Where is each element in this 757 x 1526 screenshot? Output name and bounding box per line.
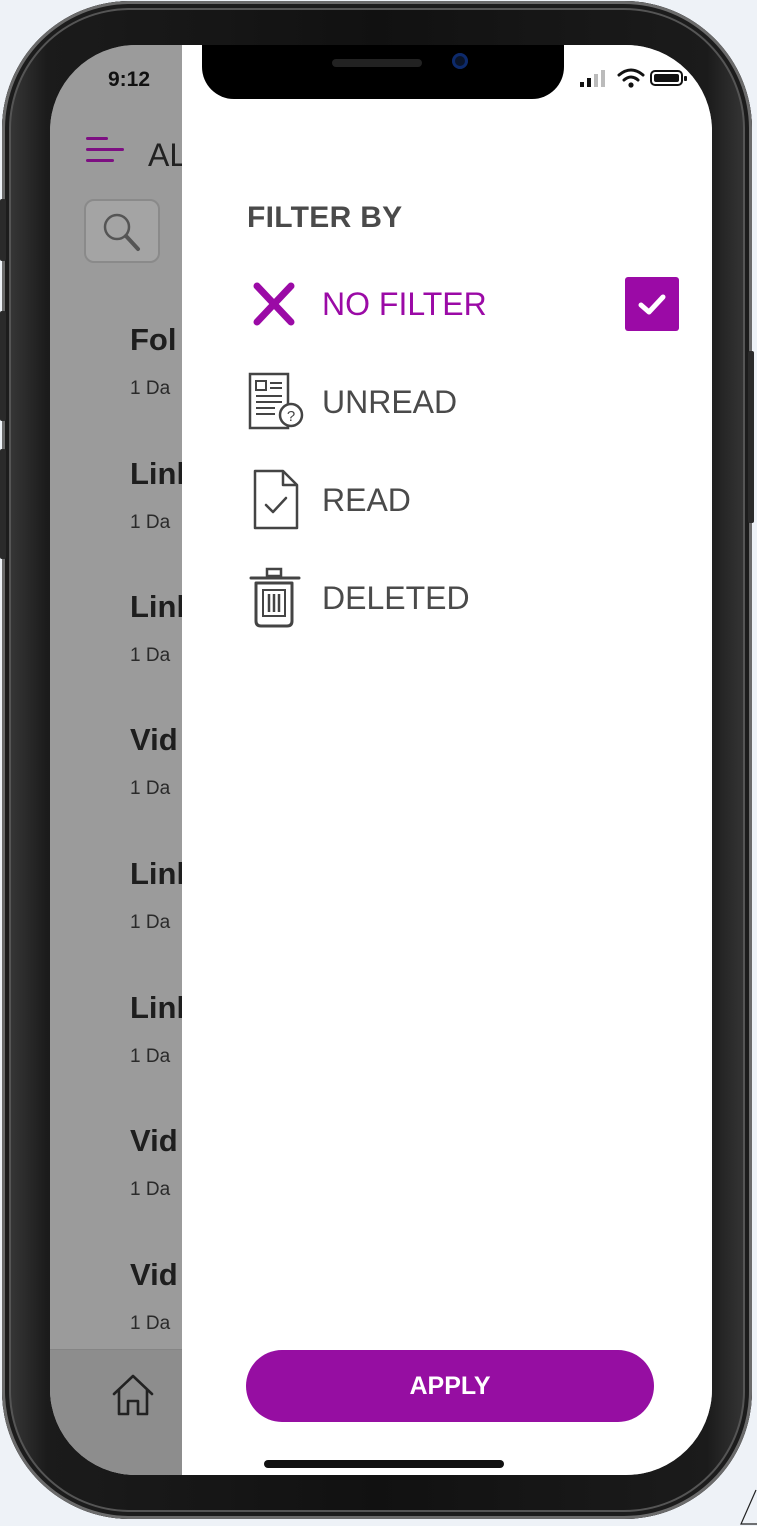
list-item[interactable]: Vid 1 Da [130,722,178,800]
unread-document-icon: ? [248,372,304,430]
menu-icon[interactable] [86,137,126,167]
list-item-date: 1 Da [130,645,171,666]
list-item[interactable]: Linl 1 Da [130,856,185,934]
status-time: 9:12 [108,68,151,91]
list-item-title: Linl [130,456,186,491]
filter-option-unread[interactable]: ? UNREAD [247,370,687,434]
list-item-title: Vid [130,1257,178,1292]
list-item-title: Linl [130,990,186,1025]
list-item[interactable]: Vid 1 Da [130,1123,178,1201]
list-item[interactable]: Vid 1 Da [130,1257,178,1335]
list-item-title: Vid [130,722,178,757]
filter-option-label: NO FILTER [322,286,487,322]
list-item[interactable]: Linl 1 Da [130,589,185,667]
phone-notch [202,45,564,99]
list-item[interactable]: Fol 1 Da [130,322,177,400]
battery-icon [650,70,687,86]
phone-screen: 9:12 AL Fol 1 Da Linl 1 Da Linl 1 Da Vid… [50,45,712,1475]
signal-icon [580,70,605,87]
trash-icon [249,567,301,628]
list-item-date: 1 Da [130,512,171,533]
home-indicator [264,1460,504,1468]
side-button-power [748,351,754,523]
list-item-title: Vid [130,1123,178,1158]
filter-option-label: READ [322,482,411,518]
filter-option-no-filter[interactable]: NO FILTER [247,272,687,336]
filter-panel: FILTER BY NO FILTER ? UNREAD READ DELETE… [182,45,712,1475]
filter-option-label: UNREAD [322,384,458,420]
speaker [332,59,422,67]
filter-heading: FILTER BY [247,201,403,234]
checkmark-icon [638,294,666,315]
search-icon [103,213,140,251]
side-button-volume-down [0,449,6,559]
list-item-date: 1 Da [130,778,171,799]
x-icon [253,282,295,326]
list-item-title: Linl [130,856,186,891]
phone-frame: 9:12 AL Fol 1 Da Linl 1 Da Linl 1 Da Vid… [0,1,754,1519]
list-item-title: Fol [130,322,177,357]
search-button[interactable] [84,199,160,263]
list-item-date: 1 Da [130,1046,171,1067]
list-item-date: 1 Da [130,912,171,933]
apply-button[interactable]: APPLY [246,1350,654,1422]
filter-option-label: DELETED [322,580,470,616]
read-document-icon [253,469,299,530]
side-button-volume-up [0,311,6,421]
wifi-icon [617,68,645,88]
list-item-title: Linl [130,589,186,624]
home-icon[interactable] [108,1370,158,1420]
filter-option-deleted[interactable]: DELETED [247,566,687,630]
svg-text:?: ? [287,408,295,425]
list-item-date: 1 Da [130,1313,171,1334]
front-camera [452,53,468,69]
list-item-date: 1 Da [130,378,171,399]
filter-option-read[interactable]: READ [247,468,687,532]
list-item[interactable]: Linl 1 Da [130,990,185,1068]
list-item[interactable]: Linl 1 Da [130,456,185,534]
status-icons [578,67,688,89]
list-item-date: 1 Da [130,1179,171,1200]
no-filter-checkbox[interactable] [625,277,679,331]
side-button-mute [0,199,6,261]
corner-stroke [740,1489,757,1525]
